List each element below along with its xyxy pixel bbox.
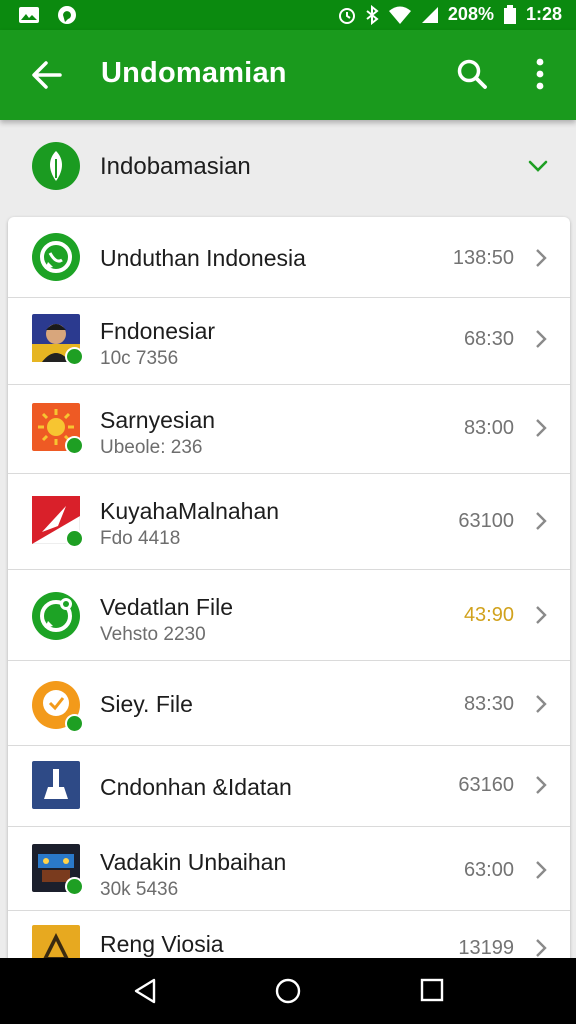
item-time: 68:30 [463,328,514,350]
badge-icon [65,347,84,366]
item-subtitle: 10c 7356 [100,348,179,369]
list-item[interactable]: Sarnyesian Ubeole: 236 83:00 [8,385,570,474]
chevron-right-icon [536,861,547,879]
more-options-icon[interactable] [530,56,550,92]
chevron-right-icon [536,695,547,713]
avatar-icon [32,314,84,366]
nav-recents-icon[interactable] [420,977,444,1003]
item-subtitle: 30k 5436 [100,879,179,900]
battery-icon [503,4,516,24]
item-subtitle: Fdo 4418 [100,528,181,549]
clock: 1:28 [525,4,562,24]
leaf-icon [32,142,80,190]
back-arrow-icon[interactable] [30,58,64,92]
gallery-notification-icon [19,7,39,23]
chat-notification-icon [58,6,76,24]
whatsapp-icon [32,233,80,281]
nav-home-icon[interactable] [274,977,302,1005]
item-name: Siey. File [100,691,193,717]
item-time: 43:90 [463,604,514,626]
item-name: Unduthan Indonesia [100,245,306,271]
bluetooth-icon [366,4,379,25]
cleaner-icon [32,761,80,809]
item-time: 13199 [458,937,514,959]
badge-icon [65,877,84,896]
list-item[interactable]: Fndonesiar 10c 7356 68:30 [8,298,570,385]
nav-back-icon[interactable] [132,977,158,1005]
battery-percent: 208% [447,4,494,24]
item-name: Vedatlan File [100,594,233,620]
chevron-right-icon [536,512,547,530]
badge-icon [65,529,84,548]
list-item[interactable]: KuyahaMalnahan Fdo 4418 63100 [8,474,570,570]
dropdown-label: Indobamasian [100,153,251,180]
red-arrow-icon [31,495,84,548]
chevron-right-icon [536,939,547,957]
search-icon[interactable] [456,58,488,90]
chevron-down-icon [528,160,548,172]
badge-icon [65,436,84,455]
whatsapp-icon [32,592,80,640]
chevron-right-icon [536,330,547,348]
chevron-right-icon [536,606,547,624]
item-name: Reng Viosia [100,931,224,957]
status-bar: 208% 1:28 [0,0,576,30]
signal-icon [421,6,438,23]
list-item[interactable]: Cndonhan &Idatan 63160 [8,746,570,827]
orange-circle-icon [32,681,84,733]
file-list: Unduthan Indonesia 138:50 Fndonesiar 10c… [8,217,570,977]
item-name: Sarnyesian [100,407,216,433]
item-subtitle: Ubeole: 236 [100,437,203,458]
item-time: 63160 [458,774,514,796]
chevron-right-icon [536,776,547,794]
item-time: 138:50 [452,247,514,269]
game-icon [32,844,84,896]
item-name: Cndonhan &Idatan [100,774,292,800]
list-item[interactable]: Vadakin Unbaihan 30k 5436 63:00 [8,827,570,911]
item-time: 63100 [458,510,514,532]
system-nav-bar [0,958,576,1024]
list-item[interactable]: Unduthan Indonesia 138:50 [8,217,570,298]
app-bar: Undomamian [0,30,576,120]
chevron-right-icon [536,249,547,267]
sun-icon [32,403,84,455]
list-item[interactable]: Siey. File 83:30 [8,661,570,746]
item-subtitle: Vehsto 2230 [100,624,206,645]
category-dropdown[interactable]: Indobamasian [0,120,576,212]
item-time: 83:00 [463,417,514,439]
list-item[interactable]: Vedatlan File Vehsto 2230 43:90 [8,570,570,661]
chevron-right-icon [536,419,547,437]
item-name: Vadakin Unbaihan [100,849,287,875]
item-time: 83:30 [463,693,514,715]
alarm-icon [338,7,355,24]
item-time: 63:00 [463,859,514,881]
wifi-icon [388,6,411,24]
page-title: Undomamian [101,57,287,89]
badge-icon [65,714,84,733]
item-name: KuyahaMalnahan [100,498,280,524]
item-name: Fndonesiar [100,318,216,344]
